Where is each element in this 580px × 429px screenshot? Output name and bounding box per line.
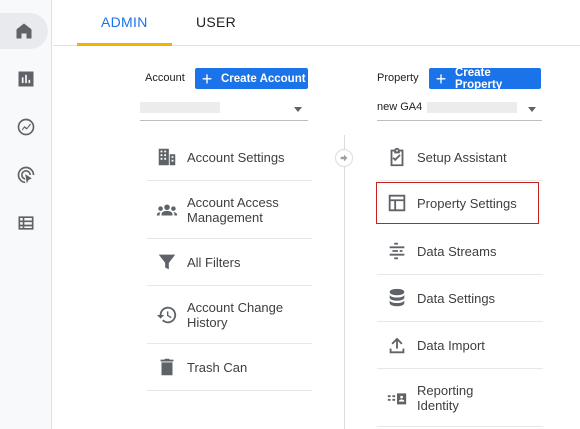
create-account-label: Create Account bbox=[221, 72, 306, 85]
reports-icon[interactable] bbox=[8, 61, 44, 97]
create-property-label: Create Property bbox=[454, 66, 503, 91]
redacted-property-name bbox=[427, 101, 518, 113]
data-streams-label: Data Streams bbox=[417, 243, 497, 259]
all-filters-item[interactable]: All Filters bbox=[147, 239, 312, 286]
home-icon[interactable] bbox=[0, 13, 48, 49]
advertising-icon[interactable] bbox=[8, 157, 44, 193]
account-select[interactable] bbox=[140, 97, 308, 121]
people-icon bbox=[147, 199, 187, 221]
filter-icon bbox=[147, 251, 187, 273]
setup-assistant-label: Setup Assistant bbox=[417, 149, 507, 165]
data-settings-item[interactable]: Data Settings bbox=[377, 275, 543, 322]
tab-admin[interactable]: ADMIN bbox=[101, 14, 148, 30]
trash-can-label: Trash Can bbox=[187, 359, 248, 375]
create-account-button[interactable]: + Create Account bbox=[195, 68, 308, 89]
data-settings-label: Data Settings bbox=[417, 290, 496, 306]
chevron-down-icon bbox=[528, 107, 536, 112]
upload-icon bbox=[377, 334, 417, 356]
property-label: Property bbox=[377, 72, 419, 84]
trash-can-item[interactable]: Trash Can bbox=[147, 344, 312, 391]
reporting-identity-item[interactable]: Reporting Identity bbox=[377, 369, 543, 427]
account-label: Account bbox=[145, 72, 185, 84]
admin-tabs: ADMIN USER bbox=[53, 0, 580, 46]
configure-icon[interactable] bbox=[8, 205, 44, 241]
streams-icon bbox=[377, 240, 417, 262]
left-nav-rail bbox=[0, 0, 52, 429]
trash-icon bbox=[147, 356, 187, 378]
checklist-icon bbox=[377, 146, 417, 168]
redacted-account-name bbox=[140, 101, 220, 113]
property-settings-label: Property Settings bbox=[417, 195, 517, 211]
plus-icon: + bbox=[435, 68, 447, 89]
database-icon bbox=[377, 287, 417, 309]
explore-icon[interactable] bbox=[8, 109, 44, 145]
account-change-history-label: Account Change History bbox=[187, 299, 284, 330]
account-settings-item[interactable]: Account Settings bbox=[147, 134, 312, 181]
reporting-identity-label: Reporting Identity bbox=[417, 382, 474, 413]
data-import-label: Data Import bbox=[417, 337, 485, 353]
property-settings-item[interactable]: Property Settings bbox=[376, 182, 539, 224]
property-select[interactable]: new GA4 bbox=[377, 97, 542, 121]
account-access-management-item[interactable]: Account Access Management bbox=[147, 181, 312, 239]
active-tab-indicator bbox=[77, 43, 172, 46]
layout-icon bbox=[377, 192, 417, 214]
reporting-identity-icon bbox=[377, 387, 417, 409]
building-icon bbox=[147, 146, 187, 168]
tab-user[interactable]: USER bbox=[196, 14, 236, 30]
chevron-down-icon bbox=[294, 107, 302, 112]
plus-icon: + bbox=[201, 68, 213, 89]
account-access-management-label: Account Access Management bbox=[187, 194, 279, 225]
all-filters-label: All Filters bbox=[187, 254, 241, 270]
account-change-history-item[interactable]: Account Change History bbox=[147, 286, 312, 344]
create-property-button[interactable]: + Create Property bbox=[429, 66, 541, 91]
data-streams-item[interactable]: Data Streams bbox=[377, 228, 543, 275]
arrow-right-icon bbox=[335, 149, 353, 167]
data-import-item[interactable]: Data Import bbox=[377, 322, 543, 369]
property-select-value: new GA4 bbox=[377, 101, 423, 113]
history-icon bbox=[147, 304, 187, 326]
account-settings-label: Account Settings bbox=[187, 149, 285, 165]
setup-assistant-item[interactable]: Setup Assistant bbox=[377, 134, 543, 181]
column-divider bbox=[344, 135, 345, 429]
